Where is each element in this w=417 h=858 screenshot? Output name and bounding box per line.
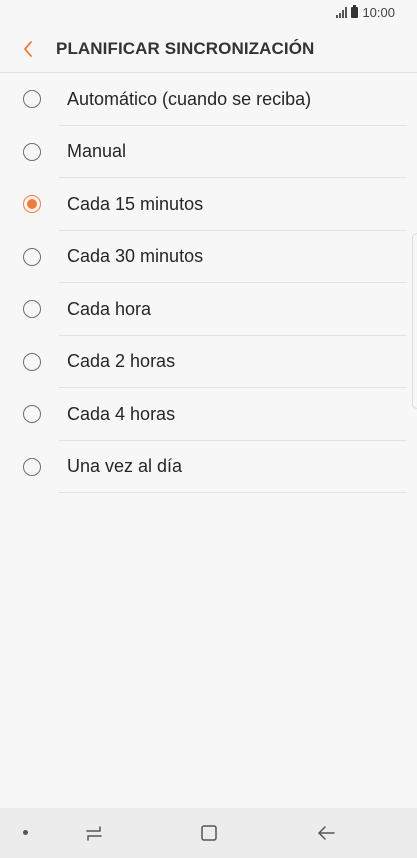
status-time: 10:00 [362,5,395,20]
option-automatic[interactable]: Automático (cuando se reciba) [0,73,417,126]
option-label: Cada 30 minutos [67,246,204,267]
option-label: Cada 4 horas [67,403,176,424]
radio-button[interactable] [23,405,41,424]
nav-back-button[interactable] [314,821,338,845]
dot-icon [23,830,28,835]
app-bar: PLANIFICAR SINCRONIZACIÓN [0,26,417,72]
option-every-15-minutes[interactable]: Cada 15 minutos [0,178,417,231]
option-every-2-hours[interactable]: Cada 2 horas [0,336,417,388]
option-every-hour[interactable]: Cada hora [0,283,417,336]
divider [59,492,407,493]
option-label: Una vez al día [67,456,183,477]
radio-button[interactable] [23,90,41,109]
radio-button[interactable] [23,300,41,319]
recent-apps-icon [86,826,102,841]
radio-button[interactable] [23,457,41,476]
option-label: Cada 2 horas [67,351,176,372]
option-label: Cada hora [67,298,152,319]
recent-apps-button[interactable] [82,821,106,845]
back-button[interactable] [0,26,56,72]
navigation-bar [0,808,417,858]
option-label: Cada 15 minutos [67,193,204,214]
home-button[interactable] [197,821,221,845]
edge-panel-handle[interactable] [412,233,417,409]
radio-button-selected[interactable] [23,195,41,214]
option-every-30-minutes[interactable]: Cada 30 minutos [0,231,417,283]
option-every-4-hours[interactable]: Cada 4 horas [0,388,417,441]
status-indicators: 10:00 [336,5,395,20]
signal-icon [336,7,348,18]
back-arrow-icon [318,826,335,840]
radio-button[interactable] [23,142,41,161]
option-once-a-day[interactable]: Una vez al día [0,441,417,493]
option-label: Manual [67,141,127,162]
chevron-left-icon [24,41,32,57]
sync-schedule-options: Automático (cuando se reciba) Manual Cad… [0,73,417,493]
radio-button[interactable] [23,247,41,266]
page-title: PLANIFICAR SINCRONIZACIÓN [56,39,315,58]
radio-button[interactable] [23,352,41,371]
option-manual[interactable]: Manual [0,126,417,178]
battery-icon [351,5,359,18]
status-bar: 10:00 [0,0,417,26]
home-icon [201,825,217,841]
option-label: Automático (cuando se reciba) [67,88,312,109]
